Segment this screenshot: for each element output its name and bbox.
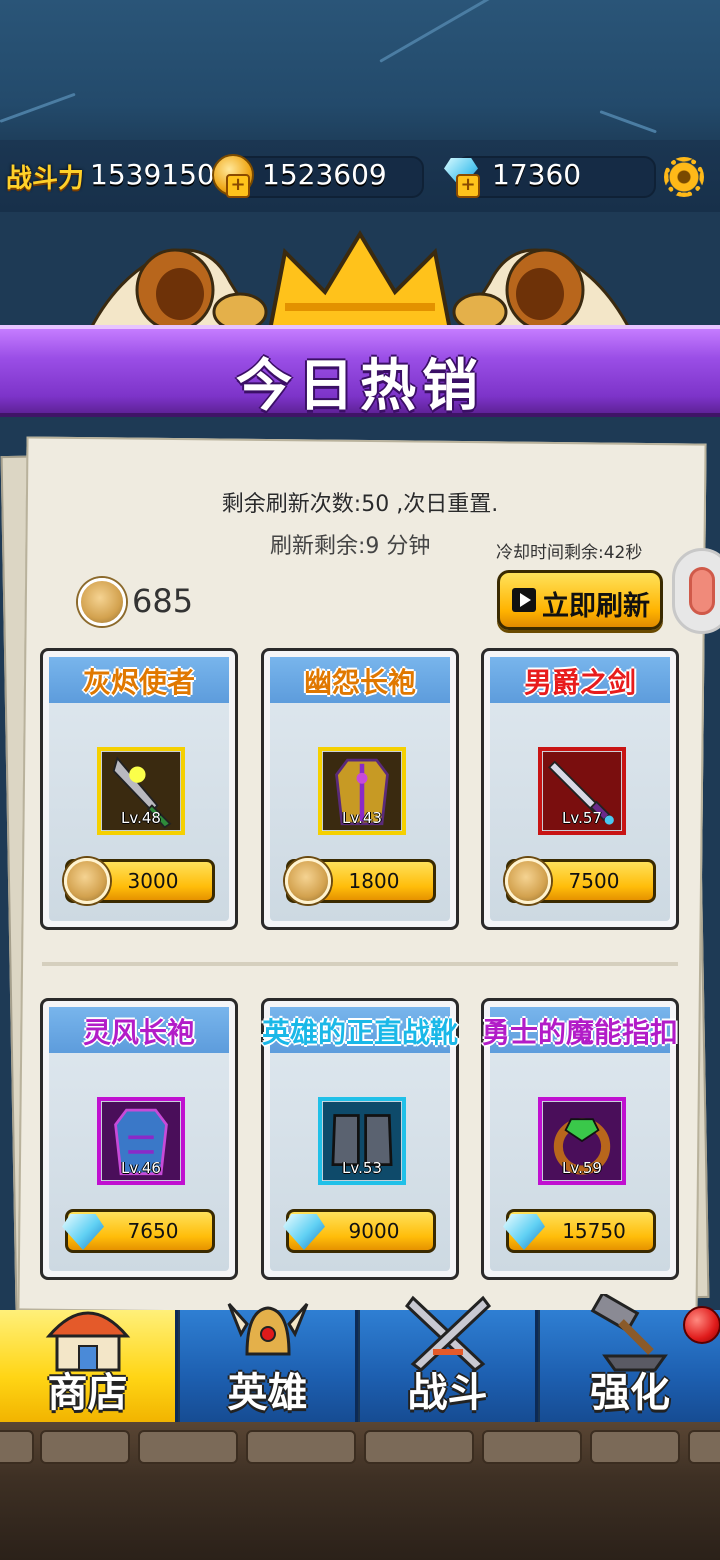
hot-sales-banner: 今日热销 <box>0 325 720 419</box>
add-gem-button[interactable]: + <box>456 174 480 198</box>
notification-dot <box>683 1306 720 1344</box>
top-background <box>0 0 720 150</box>
refresh-timer-text: 刷新剩余:9 分钟 <box>270 534 431 559</box>
buy-button[interactable]: 9000 <box>283 1209 436 1253</box>
tab-label: 商店 <box>47 1370 128 1416</box>
banner-title: 今日热销 <box>236 354 484 419</box>
item-level: Lv.53 <box>342 1159 382 1177</box>
tab-label: 英雄 <box>227 1370 308 1416</box>
settings-gear-icon[interactable] <box>664 157 704 197</box>
item-price: 15750 <box>562 1219 626 1243</box>
cooldown-text: 冷却时间剩余:42秒 <box>496 543 643 563</box>
item-icon-frame: Lv.53 <box>318 1097 406 1185</box>
shop-item-card[interactable]: 英雄的正直战靴 Lv.53 9000 <box>261 998 459 1280</box>
item-icon-frame: Lv.46 <box>97 1097 185 1185</box>
item-level: Lv.59 <box>562 1159 602 1177</box>
shop-item-card[interactable]: 幽怨长袍 Lv.43 1800 <box>261 648 459 930</box>
ground-stone <box>246 1430 356 1464</box>
item-name: 英雄的正直战靴 <box>261 1016 458 1049</box>
tab-label: 战斗 <box>407 1370 488 1416</box>
refresh-now-button[interactable]: 立即刷新 <box>497 570 663 630</box>
ground-stone <box>590 1430 680 1464</box>
ground-stone <box>138 1430 238 1464</box>
bottom-nav: 商店 英雄 战斗 强化 <box>0 1294 720 1422</box>
refresh-now-label: 立即刷新 <box>542 591 650 622</box>
item-icon-frame: Lv.59 <box>538 1097 626 1185</box>
item-name: 勇士的魔能指扣 <box>481 1016 678 1049</box>
add-gold-button[interactable]: + <box>226 174 250 198</box>
refresh-count-text: 剩余刷新次数:50 ,次日重置. <box>221 492 499 517</box>
shop-item-card[interactable]: 男爵之剑 Lv.57 7500 <box>481 648 679 930</box>
play-video-icon <box>512 588 536 612</box>
item-name: 灵风长袍 <box>82 1016 195 1049</box>
item-icon-frame: Lv.57 <box>538 747 626 835</box>
combat-power-value: 1539150 <box>90 158 215 191</box>
ground-stone <box>482 1430 582 1464</box>
gold-value: 1523609 <box>262 158 387 191</box>
ground-stone <box>40 1430 130 1464</box>
item-icon-frame: Lv.43 <box>318 747 406 835</box>
item-name: 男爵之剑 <box>523 666 636 699</box>
item-level: Lv.57 <box>562 809 602 827</box>
shop-item-card[interactable]: 灰烬使者 Lv.48 3000 <box>40 648 238 930</box>
crown-decoration <box>87 230 633 332</box>
item-level: Lv.48 <box>121 809 161 827</box>
tab-hero[interactable]: 英雄 <box>180 1302 358 1422</box>
token-coin-icon <box>78 578 126 626</box>
item-price: 3000 <box>127 869 179 893</box>
tab-label: 强化 <box>590 1370 670 1416</box>
buy-button[interactable]: 15750 <box>503 1209 656 1253</box>
item-price: 1800 <box>348 869 400 893</box>
tab-battle[interactable]: 战斗 <box>360 1295 538 1422</box>
item-level: Lv.43 <box>342 809 382 827</box>
ground-stone <box>0 1430 34 1464</box>
item-level: Lv.46 <box>121 1159 161 1177</box>
token-balance-value: 685 <box>132 582 194 620</box>
item-price: 7650 <box>127 1219 179 1243</box>
shop-item-card[interactable]: 灵风长袍 Lv.46 7650 <box>40 998 238 1280</box>
buy-button[interactable]: 3000 <box>64 858 215 904</box>
side-float-handle[interactable] <box>672 548 720 634</box>
combat-power-label: 战斗力 <box>6 164 85 194</box>
tab-shop[interactable]: 商店 <box>0 1310 178 1422</box>
item-icon-frame: Lv.48 <box>97 747 185 835</box>
item-name: 灰烬使者 <box>82 666 195 699</box>
gem-value: 17360 <box>492 158 582 191</box>
buy-button[interactable]: 7500 <box>505 858 656 904</box>
row-divider <box>42 962 678 966</box>
buy-button[interactable]: 7650 <box>62 1209 215 1253</box>
item-price: 7500 <box>568 869 620 893</box>
item-name: 幽怨长袍 <box>303 666 416 699</box>
ground-stone <box>364 1430 474 1464</box>
ground-stone <box>688 1430 720 1464</box>
shop-item-card[interactable]: 勇士的魔能指扣 Lv.59 15750 <box>481 998 679 1280</box>
stats-bar: 战斗力 1539150 + 1523609 + 17360 <box>0 140 720 212</box>
buy-button[interactable]: 1800 <box>285 858 436 904</box>
item-price: 9000 <box>348 1219 400 1243</box>
